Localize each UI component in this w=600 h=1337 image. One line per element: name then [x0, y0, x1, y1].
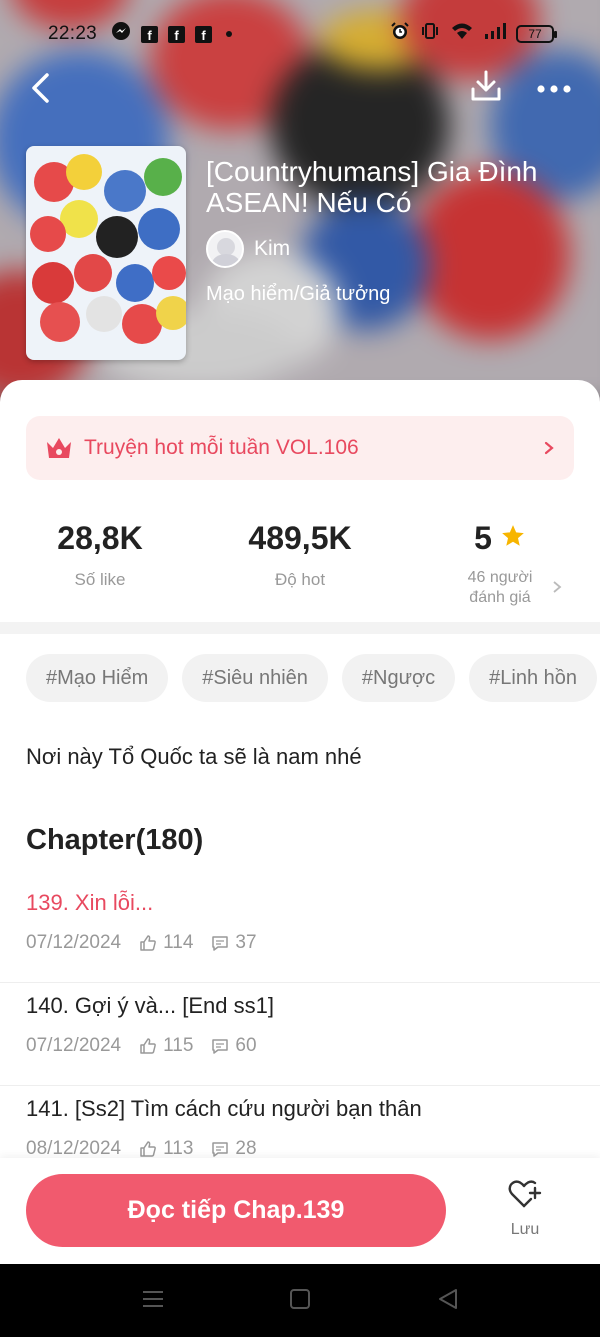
chevron-right-icon	[552, 580, 562, 599]
tag-chip[interactable]: #Linh hồn	[469, 654, 597, 702]
chevron-right-icon	[542, 441, 556, 455]
chapter-list: 139. Xin lỗi... 07/12/2024 114 37 140. G…	[0, 880, 600, 1189]
hot-count: 489,5K	[248, 519, 352, 556]
book-cover[interactable]	[26, 146, 186, 360]
likes-label: Số like	[74, 570, 126, 589]
rating-value-row: 5	[400, 516, 600, 560]
book-title: [Countryhumans] Gia Đình ASEAN! Nếu Có	[206, 156, 538, 218]
continue-reading-button[interactable]: Đọc tiếp Chap.139	[26, 1174, 446, 1247]
facebook-icon: f	[168, 25, 186, 43]
hot-stat: 489,5K Độ hot	[200, 516, 400, 590]
more-dots-icon	[536, 81, 572, 99]
chapter-date: 07/12/2024	[26, 1035, 122, 1056]
section-divider	[0, 622, 600, 634]
thumbs-up-icon	[139, 1140, 157, 1158]
facebook-icon: f	[141, 25, 159, 43]
tag-chip[interactable]: #Ngược	[341, 654, 456, 702]
comment-icon	[211, 1140, 229, 1158]
chapter-likes: 113	[163, 1138, 194, 1159]
home-nav-button[interactable]	[287, 1288, 313, 1314]
chapter-likes: 114	[163, 932, 194, 953]
tag-chip[interactable]: #Siêu nhiên	[182, 654, 328, 702]
chapter-row[interactable]: 140. Gợi ý và... [End ss1] 07/12/2024 11…	[0, 983, 600, 1086]
hot-banner-text: Truyện hot mỗi tuần VOL.106	[84, 436, 359, 459]
rating-stat[interactable]: 5 46 người đánh giá	[400, 516, 600, 608]
status-time: 22:23	[48, 23, 98, 44]
likes-stat: 28,8K Số like	[0, 516, 200, 590]
facebook-icon: f	[195, 25, 213, 43]
back-nav-button[interactable]	[435, 1288, 461, 1314]
likes-count: 28,8K	[57, 519, 143, 556]
star-icon	[500, 520, 526, 557]
chapter-row[interactable]: 139. Xin lỗi... 07/12/2024 114 37	[0, 880, 600, 983]
hot-label: Độ hot	[274, 570, 326, 589]
book-description: Nơi này Tổ Quốc ta sẽ là nam nhé	[26, 744, 362, 769]
thumbs-up-icon	[139, 934, 157, 952]
messenger-icon	[111, 21, 131, 47]
tag-chip[interactable]: #Mạo Hiểm	[26, 654, 169, 702]
back-button[interactable]	[18, 68, 62, 112]
chapter-date: 07/12/2024	[26, 932, 122, 953]
status-bar: 22:23 f f f 77	[0, 0, 600, 68]
rating-value: 5	[474, 519, 492, 556]
wifi-icon	[450, 21, 474, 47]
book-genre: Mạo hiểm/Giả tưởng	[206, 283, 391, 305]
menu-icon	[142, 1289, 164, 1314]
bottom-action-bar: Đọc tiếp Chap.139 Lưu	[0, 1158, 600, 1264]
home-square-icon	[289, 1288, 311, 1315]
more-options-button[interactable]	[530, 68, 578, 112]
rating-count-line1: 46 người	[467, 569, 533, 586]
comment-icon	[211, 934, 229, 952]
chapter-comments: 60	[235, 1035, 257, 1056]
tag-list: #Mạo Hiểm #Siêu nhiên #Ngược #Linh hồn	[26, 654, 597, 702]
alarm-icon	[390, 21, 410, 47]
hot-weekly-banner[interactable]: Truyện hot mỗi tuần VOL.106	[26, 416, 574, 480]
chapter-date: 08/12/2024	[26, 1138, 122, 1159]
download-button[interactable]	[464, 66, 508, 110]
vibrate-icon	[420, 21, 440, 47]
content-sheet: Truyện hot mỗi tuần VOL.106 28,8K Số lik…	[0, 380, 600, 1264]
heart-plus-icon	[507, 1178, 543, 1215]
download-icon	[469, 69, 503, 108]
chapter-likes: 115	[163, 1035, 194, 1056]
chapter-title: 141. [Ss2] Tìm cách cứu người bạn thân	[26, 1096, 422, 1121]
save-label: Lưu	[510, 1221, 540, 1238]
author-avatar	[206, 230, 244, 268]
chapter-title: 139. Xin lỗi...	[26, 890, 154, 915]
stats-row: 28,8K Số like 489,5K Độ hot 5 46 người đ…	[0, 516, 600, 620]
battery-icon: 77	[516, 25, 557, 43]
chapter-comments: 37	[235, 932, 257, 953]
comment-icon	[211, 1037, 229, 1055]
crown-icon	[44, 433, 74, 463]
chapter-title: 140. Gợi ý và... [End ss1]	[26, 993, 274, 1018]
author-row[interactable]: Kim	[206, 230, 290, 268]
triangle-back-icon	[437, 1288, 459, 1315]
signal-icon	[484, 22, 506, 46]
notification-dot	[226, 31, 233, 37]
author-name: Kim	[254, 237, 291, 260]
chapter-comments: 28	[235, 1138, 257, 1159]
rating-count-line2: đánh giá	[469, 589, 531, 606]
save-button[interactable]: Lưu	[490, 1178, 560, 1248]
thumbs-up-icon	[139, 1037, 157, 1055]
system-navigation-bar	[0, 1264, 600, 1337]
menu-nav-button[interactable]	[140, 1288, 166, 1314]
back-arrow-icon	[29, 71, 51, 110]
chapter-heading[interactable]: Chapter(180)	[26, 824, 203, 857]
